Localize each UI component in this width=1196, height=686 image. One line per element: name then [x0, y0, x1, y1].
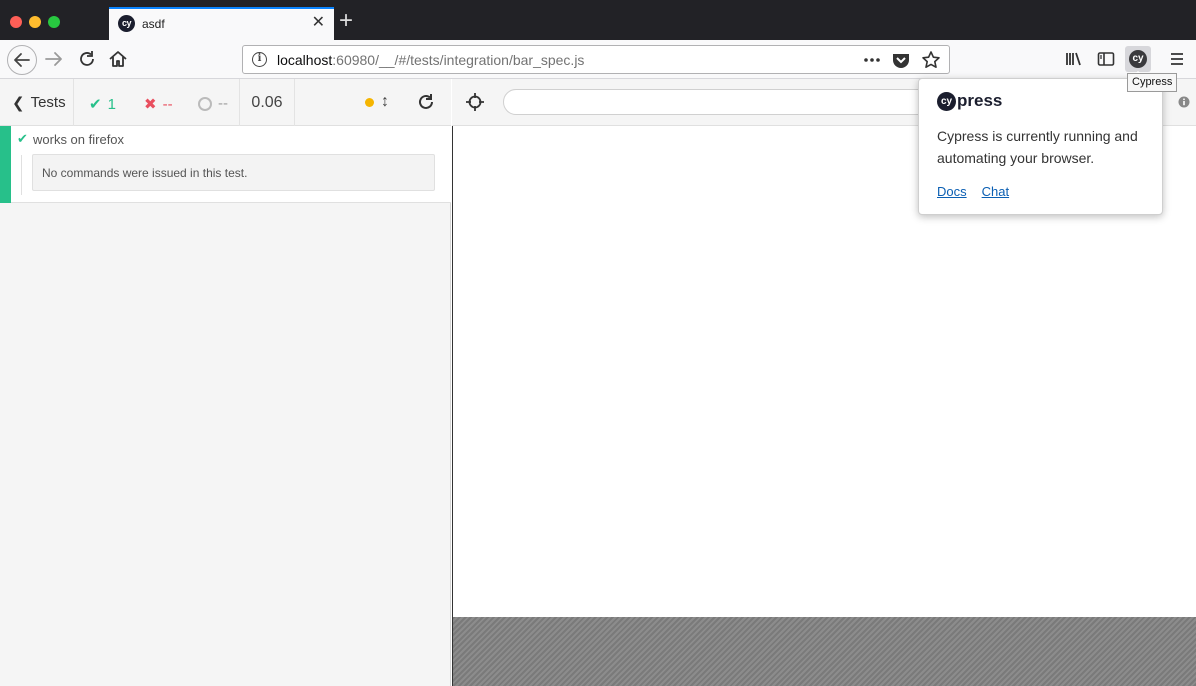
extension-tooltip: Cypress — [1127, 73, 1178, 92]
url-bar[interactable]: i localhost:60980/__/#/tests/integration… — [242, 45, 950, 74]
url-actions — [863, 50, 941, 70]
cypress-favicon-icon: cy — [118, 15, 135, 32]
auto-scroll-toggle-icon[interactable]: ↕ — [381, 93, 389, 111]
url-path: :60980/__/#/tests/integration/bar_spec.j… — [332, 52, 585, 68]
docs-link[interactable]: Docs — [937, 184, 967, 199]
reporter-header: ❮ Tests ✔ 1 ✖ -- -- 0.06 ↕ — [0, 79, 451, 126]
check-icon: ✔ — [89, 96, 102, 113]
cypress-logo: cy press — [937, 91, 1002, 111]
cypress-reporter: ❮ Tests ✔ 1 ✖ -- -- 0.06 ↕ ✔ works on fi… — [0, 79, 451, 686]
popup-message: Cypress is currently running and automat… — [937, 128, 1138, 166]
info-icon[interactable] — [1178, 96, 1190, 108]
forward-arrow-icon[interactable] — [43, 48, 65, 70]
failed-stat: ✖ -- — [144, 95, 173, 114]
passed-stat: ✔ 1 — [89, 95, 116, 114]
menu-icon[interactable] — [1167, 49, 1187, 69]
cypress-extension-button[interactable]: cy — [1125, 46, 1151, 72]
popup-links: Docs Chat — [937, 184, 1009, 199]
passed-count: 1 — [107, 95, 116, 113]
tests-back-button[interactable]: ❮ Tests — [0, 79, 74, 126]
pending-count: -- — [218, 95, 228, 112]
duration: 0.06 — [240, 79, 295, 126]
crosshair-icon[interactable] — [464, 91, 486, 113]
star-icon[interactable] — [921, 50, 941, 70]
x-icon: ✖ — [144, 96, 157, 113]
test-item[interactable]: ✔ works on firefox No commands were issu… — [0, 126, 451, 203]
cypress-popup: cy press Cypress is currently running an… — [918, 78, 1163, 215]
divider — [21, 155, 22, 195]
test-state-bar — [0, 126, 11, 203]
tests-label: Tests — [30, 94, 66, 111]
reload-icon[interactable] — [76, 48, 98, 70]
new-tab-button[interactable]: + — [339, 9, 353, 33]
stats: ✔ 1 ✖ -- -- — [74, 79, 240, 126]
url-host: localhost — [277, 52, 333, 68]
library-icon[interactable] — [1064, 49, 1084, 69]
back-arrow-icon — [14, 53, 30, 67]
check-icon: ✔ — [17, 131, 28, 146]
no-commands-message: No commands were issued in this test. — [32, 154, 435, 191]
tab-strip: cy asdf ✕ + — [0, 0, 1196, 40]
close-window-button[interactable] — [10, 16, 22, 28]
navigation-toolbar: i localhost:60980/__/#/tests/integration… — [0, 40, 1196, 79]
info-icon[interactable]: i — [252, 52, 267, 67]
tab-title: asdf — [142, 17, 165, 31]
aut-empty-area — [452, 617, 1196, 686]
reporter-controls: ↕ — [295, 79, 451, 126]
cypress-icon: cy — [1129, 50, 1147, 68]
tab-active[interactable]: cy asdf ✕ — [109, 7, 334, 40]
restart-icon[interactable] — [415, 91, 437, 113]
chevron-left-icon: ❮ — [12, 94, 25, 112]
pending-stat: -- — [198, 95, 228, 112]
home-icon[interactable] — [107, 48, 129, 70]
pocket-icon[interactable] — [891, 50, 911, 70]
tab-close-icon[interactable]: ✕ — [312, 14, 325, 32]
chat-link[interactable]: Chat — [982, 184, 1009, 199]
cypress-logo-icon: cy — [937, 91, 956, 111]
running-indicator-icon — [365, 98, 374, 107]
sidebar-icon[interactable] — [1096, 49, 1116, 69]
pending-circle-icon — [198, 96, 212, 111]
back-button[interactable] — [7, 45, 37, 75]
url-text[interactable]: localhost:60980/__/#/tests/integration/b… — [277, 52, 584, 68]
minimize-window-button[interactable] — [29, 16, 41, 28]
test-title: works on firefox — [33, 132, 125, 147]
failed-count: -- — [162, 95, 173, 113]
cypress-logo-text: press — [957, 91, 1003, 110]
maximize-window-button[interactable] — [48, 16, 60, 28]
more-icon[interactable] — [863, 50, 881, 70]
browser-window: cy asdf ✕ + i localhost:60980/__/#/tests… — [0, 0, 1196, 686]
